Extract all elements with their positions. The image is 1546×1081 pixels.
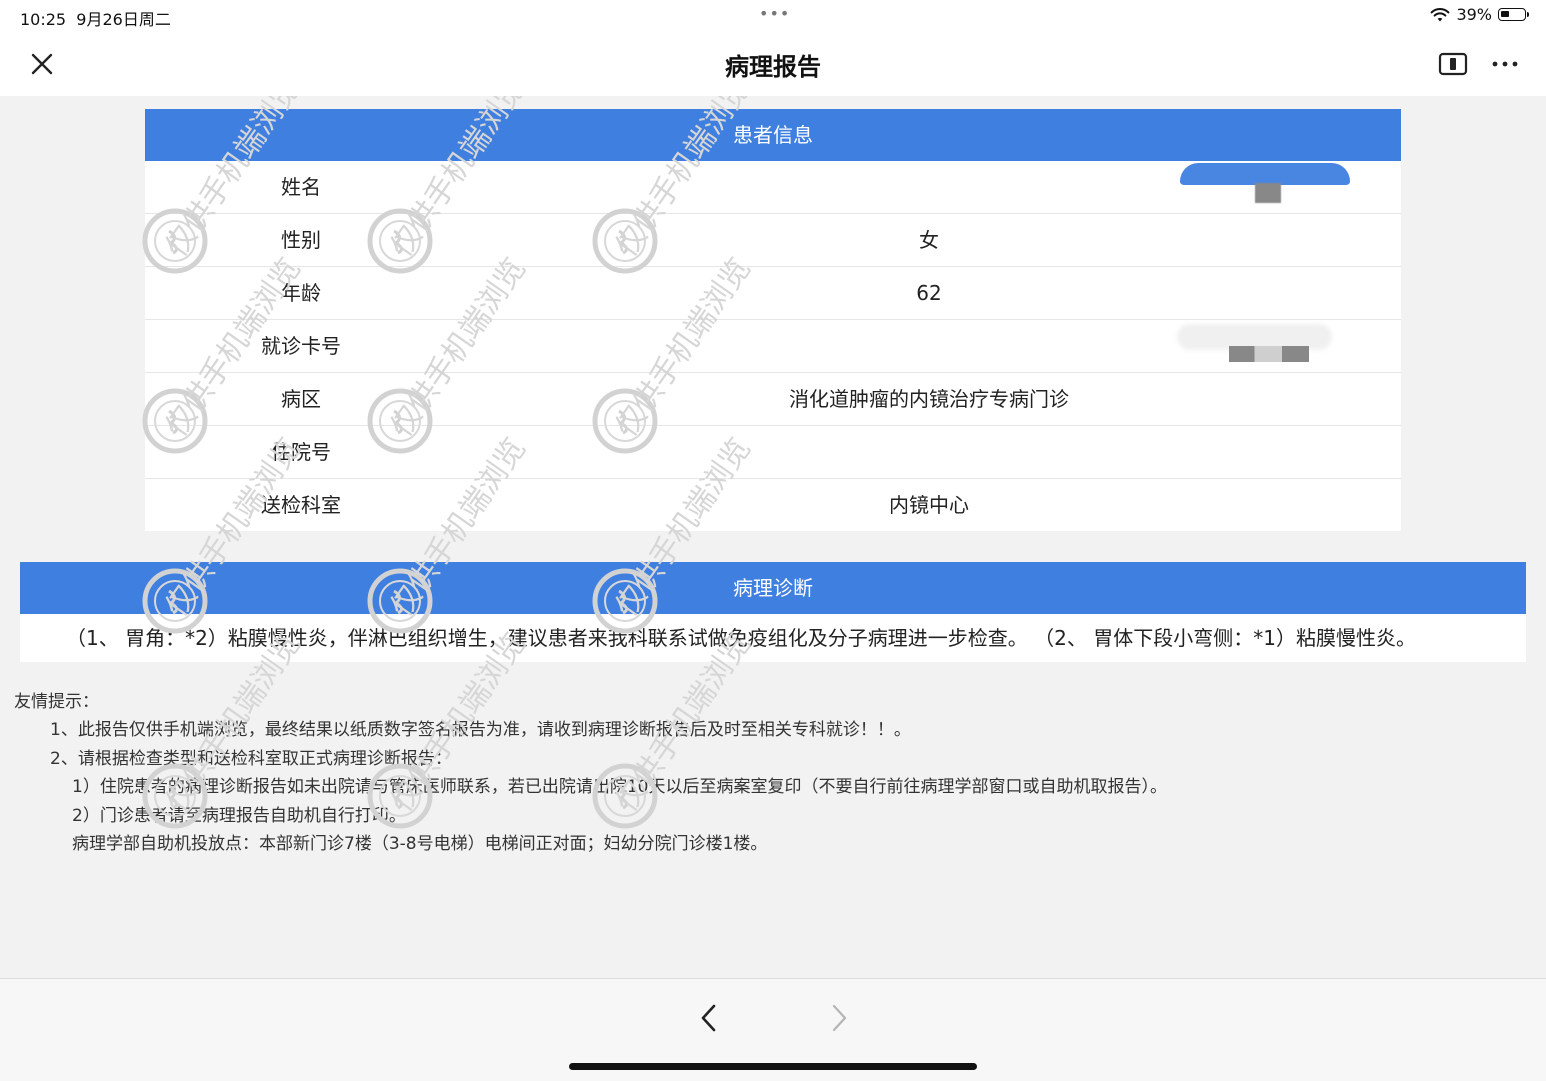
diagnosis-header: 病理诊断 bbox=[20, 562, 1526, 614]
info-label: 性别 bbox=[281, 228, 321, 252]
tip-line: 1）住院患者的病理诊断报告如未出院请与管床医师联系，若已出院请出院10天以后至病… bbox=[72, 777, 1167, 797]
multitask-dots[interactable]: ••• bbox=[759, 4, 790, 23]
info-label: 就诊卡号 bbox=[261, 334, 341, 358]
patient-info-header: 患者信息 bbox=[145, 109, 1401, 161]
info-value: 62 bbox=[916, 281, 942, 305]
info-label: 年龄 bbox=[281, 281, 321, 305]
split-view-icon[interactable] bbox=[1437, 50, 1469, 78]
battery-percent: 39% bbox=[1456, 5, 1492, 24]
home-indicator bbox=[569, 1063, 977, 1070]
info-value-redacted bbox=[457, 320, 1401, 372]
battery-icon bbox=[1498, 8, 1529, 21]
wifi-icon bbox=[1431, 7, 1450, 21]
info-label: 姓名 bbox=[281, 175, 321, 199]
tip-line: 2、请根据检查类型和送检科室取正式病理诊断报告： bbox=[50, 748, 452, 769]
diagnosis-text: （1、 胃角：*2）粘膜慢性炎，伴淋巴组织增生，建议患者来我科联系试做免疫组化及… bbox=[66, 626, 1416, 650]
info-label: 住院号 bbox=[271, 440, 331, 464]
info-value bbox=[457, 426, 1401, 478]
bottom-toolbar bbox=[0, 978, 1546, 1081]
info-row-admission-number: 住院号 bbox=[145, 426, 1401, 479]
status-right: 39% bbox=[1430, 5, 1529, 24]
redaction-mark bbox=[1180, 163, 1350, 185]
info-value: 内镜中心 bbox=[889, 493, 969, 517]
chevron-right-icon[interactable] bbox=[824, 1001, 854, 1035]
info-value: 消化道肿瘤的内镜治疗专病门诊 bbox=[789, 387, 1069, 411]
patient-info-card: 患者信息 姓名 性别 女 年龄 62 就诊卡号 病区 消化道肿瘤的内镜治疗专病门… bbox=[145, 109, 1401, 531]
status-time: 10:25 9月26日周二 bbox=[20, 10, 171, 29]
info-row-department: 送检科室 内镜中心 bbox=[145, 479, 1401, 531]
info-label: 病区 bbox=[281, 387, 321, 411]
tip-line: 病理学部自助机投放点：本部新门诊7楼（3-8号电梯）电梯间正对面；妇幼分院门诊楼… bbox=[72, 834, 768, 854]
chevron-left-icon[interactable] bbox=[694, 1001, 724, 1035]
diagnosis-card: 病理诊断 （1、 胃角：*2）粘膜慢性炎，伴淋巴组织增生，建议患者来我科联系试做… bbox=[20, 562, 1526, 662]
more-icon[interactable] bbox=[1490, 50, 1520, 78]
info-row-gender: 性别 女 bbox=[145, 214, 1401, 267]
page-title: 病理报告 bbox=[725, 53, 821, 81]
redaction-mark bbox=[1229, 346, 1309, 362]
tip-line: 2）门诊患者请至病理报告自助机自行打印。 bbox=[72, 805, 406, 826]
info-row-age: 年龄 62 bbox=[145, 267, 1401, 320]
info-row-name: 姓名 bbox=[145, 161, 1401, 214]
info-value: 女 bbox=[919, 228, 939, 252]
status-bar: 10:25 9月26日周二 ••• 39% bbox=[0, 0, 1546, 30]
redaction-mark bbox=[1255, 183, 1281, 203]
info-label: 送检科室 bbox=[261, 493, 341, 517]
battery-level bbox=[1501, 11, 1509, 17]
tips-title: 友情提示： bbox=[14, 692, 99, 712]
info-row-card-number: 就诊卡号 bbox=[145, 320, 1401, 373]
info-row-ward: 病区 消化道肿瘤的内镜治疗专病门诊 bbox=[145, 373, 1401, 426]
info-value-redacted bbox=[457, 161, 1401, 213]
tips-section: 友情提示： 1、此报告仅供手机端浏览，最终结果以纸质数字签名报告为准，请收到病理… bbox=[14, 688, 1167, 859]
nav-bar: 病理报告 bbox=[0, 30, 1546, 96]
tip-line: 1、此报告仅供手机端浏览，最终结果以纸质数字签名报告为准，请收到病理诊断报告后及… bbox=[50, 720, 911, 740]
